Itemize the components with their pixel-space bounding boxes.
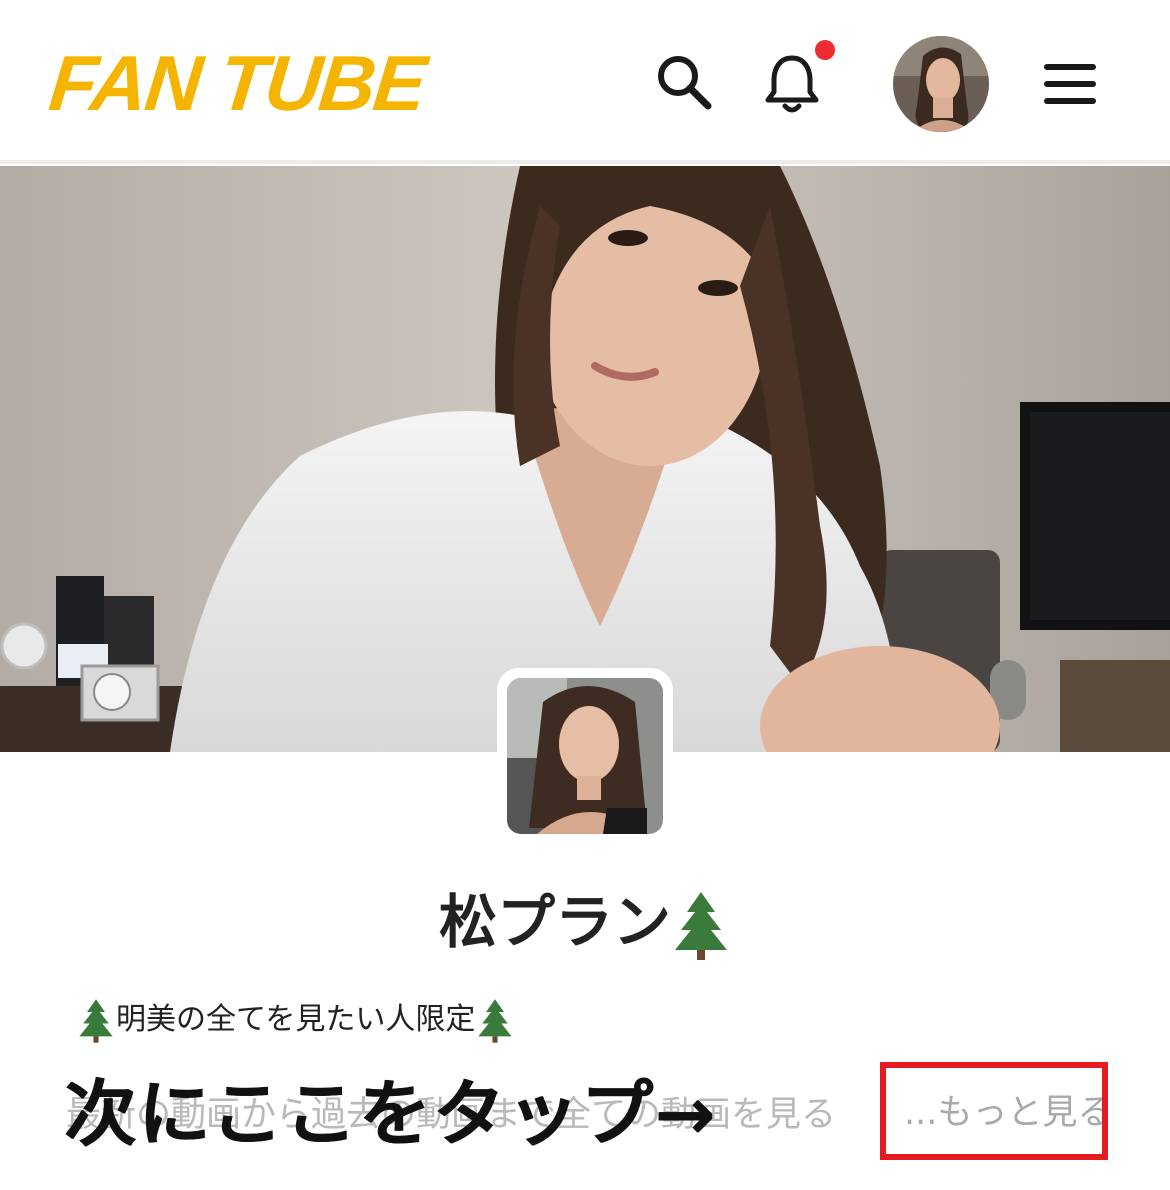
annotation-highlight-box bbox=[880, 1062, 1108, 1160]
profile-tagline: 明美の全てを見たい人限定 bbox=[76, 996, 515, 1044]
app-header: FAN TUBE bbox=[0, 0, 1170, 164]
fantube-logo[interactable]: FAN TUBE bbox=[45, 38, 428, 128]
annotation-instruction: 次にここをタップ→ bbox=[64, 1072, 717, 1156]
tree-emoji-icon bbox=[79, 998, 113, 1043]
notification-badge bbox=[815, 40, 835, 60]
menu-icon[interactable] bbox=[1040, 56, 1100, 112]
tagline-text: 明美の全てを見たい人限定 bbox=[116, 1002, 476, 1037]
profile-avatar[interactable] bbox=[497, 668, 673, 844]
profile-name: 松プラン bbox=[0, 880, 1170, 964]
search-icon[interactable] bbox=[652, 50, 716, 114]
profile-name-text: 松プラン bbox=[438, 888, 671, 956]
tree-emoji-icon bbox=[675, 891, 727, 960]
cover-photo bbox=[0, 166, 1170, 752]
tree-emoji-icon bbox=[478, 998, 513, 1043]
bell-icon[interactable] bbox=[760, 52, 824, 116]
user-avatar[interactable] bbox=[893, 36, 989, 132]
